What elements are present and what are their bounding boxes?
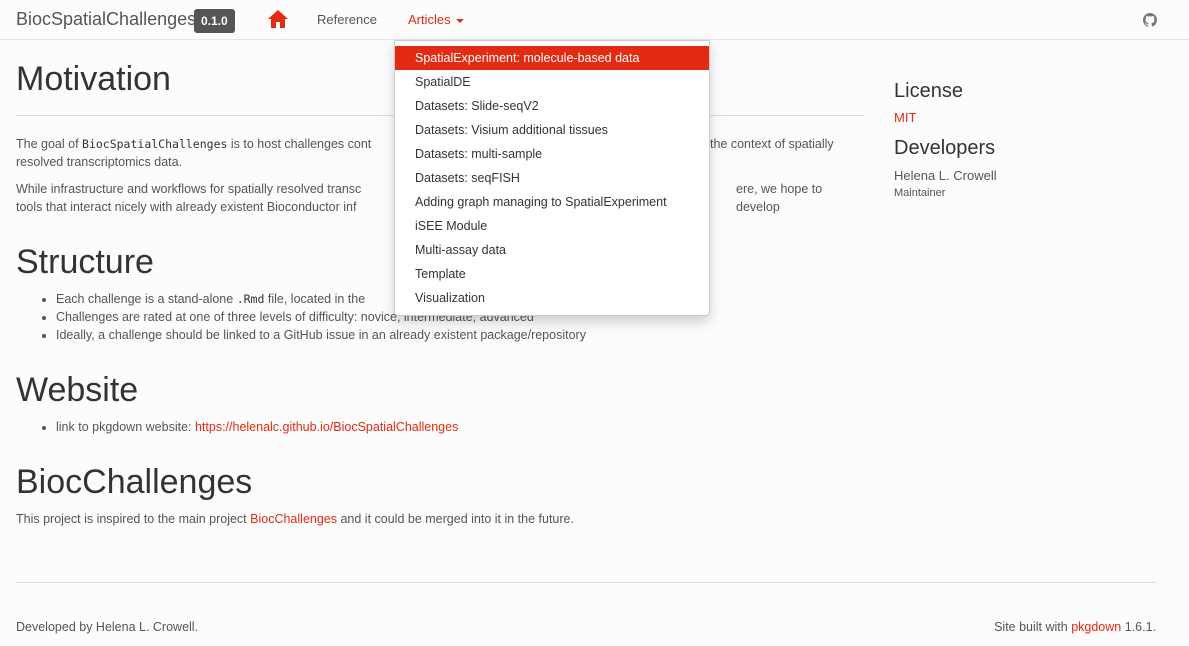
text: ere, we hope to develop: [736, 182, 823, 214]
developer-name: Helena L. Crowell: [894, 168, 997, 183]
developers-heading: Developers: [894, 137, 996, 159]
caret-down-icon: [455, 18, 464, 23]
footer-divider: [16, 582, 1156, 583]
text: Each challenge is a stand-alone: [56, 292, 237, 306]
text: The goal of: [16, 137, 83, 151]
footer-site-built: Site built with pkgdown 1.6.1.: [994, 620, 1156, 634]
menu-item-visualization[interactable]: Visualization: [395, 286, 709, 310]
heading-motivation: Motivation: [16, 60, 171, 98]
menu-item-multi-assay[interactable]: Multi-assay data: [395, 238, 709, 262]
pkgdown-link[interactable]: pkgdown: [1071, 620, 1121, 634]
menu-item-multi-sample[interactable]: Datasets: multi-sample: [395, 142, 709, 166]
list-item: Ideally, a challenge should be linked to…: [56, 326, 586, 344]
package-code: BiocSpatialChallenges: [82, 137, 228, 151]
text: This project is inspired to the main pro…: [16, 512, 251, 526]
articles-dropdown-menu: SpatialExperiment: molecule-based data S…: [394, 40, 710, 316]
text: file, located in the: [264, 292, 366, 306]
text: link to pkgdown website:: [56, 420, 195, 434]
text: While infrastructure and workflows for s…: [16, 182, 362, 196]
nav-reference[interactable]: Reference: [317, 12, 377, 27]
developer-role: Maintainer: [894, 187, 946, 199]
heading-website: Website: [16, 371, 139, 409]
version-badge: 0.1.0: [194, 9, 235, 33]
license-heading: License: [894, 80, 963, 102]
text: the context of spatially: [710, 137, 834, 151]
heading-structure: Structure: [16, 243, 154, 281]
rmd-code: .Rmd: [236, 292, 265, 306]
text: is to host challenges cont: [227, 137, 372, 151]
pkgdown-website-link[interactable]: https://helenalc.github.io/BiocSpatialCh…: [195, 420, 458, 434]
github-icon[interactable]: [1143, 13, 1157, 27]
text: tools that interact nicely with already …: [16, 200, 357, 214]
heading-biocchallenges: BiocChallenges: [16, 463, 253, 501]
navbar: BiocSpatialChallenges 0.1.0 Reference Ar…: [0, 0, 1189, 40]
menu-item-template[interactable]: Template: [395, 262, 709, 286]
nav-articles-label: Articles: [408, 12, 451, 27]
menu-item-spatialexperiment-molecule[interactable]: SpatialExperiment: molecule-based data: [395, 46, 709, 70]
menu-item-isee-module[interactable]: iSEE Module: [395, 214, 709, 238]
text: resolved transcriptomics data.: [16, 155, 183, 169]
list-item: link to pkgdown website: https://helenal…: [56, 418, 458, 436]
nav-articles[interactable]: Articles: [408, 12, 464, 27]
text: Site built with: [994, 620, 1072, 634]
text: and it could be merged into it in the fu…: [337, 512, 574, 526]
biocchallenges-link[interactable]: BiocChallenges: [250, 512, 337, 526]
brand-link[interactable]: BiocSpatialChallenges: [16, 9, 196, 30]
biocchallenges-paragraph: This project is inspired to the main pro…: [16, 510, 866, 528]
text: 1.6.1.: [1121, 620, 1156, 634]
license-link[interactable]: MIT: [894, 110, 916, 125]
menu-item-seqfish[interactable]: Datasets: seqFISH: [395, 166, 709, 190]
menu-item-slide-seqv2[interactable]: Datasets: Slide-seqV2: [395, 94, 709, 118]
menu-item-graph-managing[interactable]: Adding graph managing to SpatialExperime…: [395, 190, 709, 214]
footer-developed-by: Developed by Helena L. Crowell.: [16, 620, 199, 634]
website-list: link to pkgdown website: https://helenal…: [16, 418, 458, 436]
home-icon[interactable]: [267, 9, 289, 29]
menu-item-spatialde[interactable]: SpatialDE: [395, 70, 709, 94]
menu-item-visium-additional[interactable]: Datasets: Visium additional tissues: [395, 118, 709, 142]
